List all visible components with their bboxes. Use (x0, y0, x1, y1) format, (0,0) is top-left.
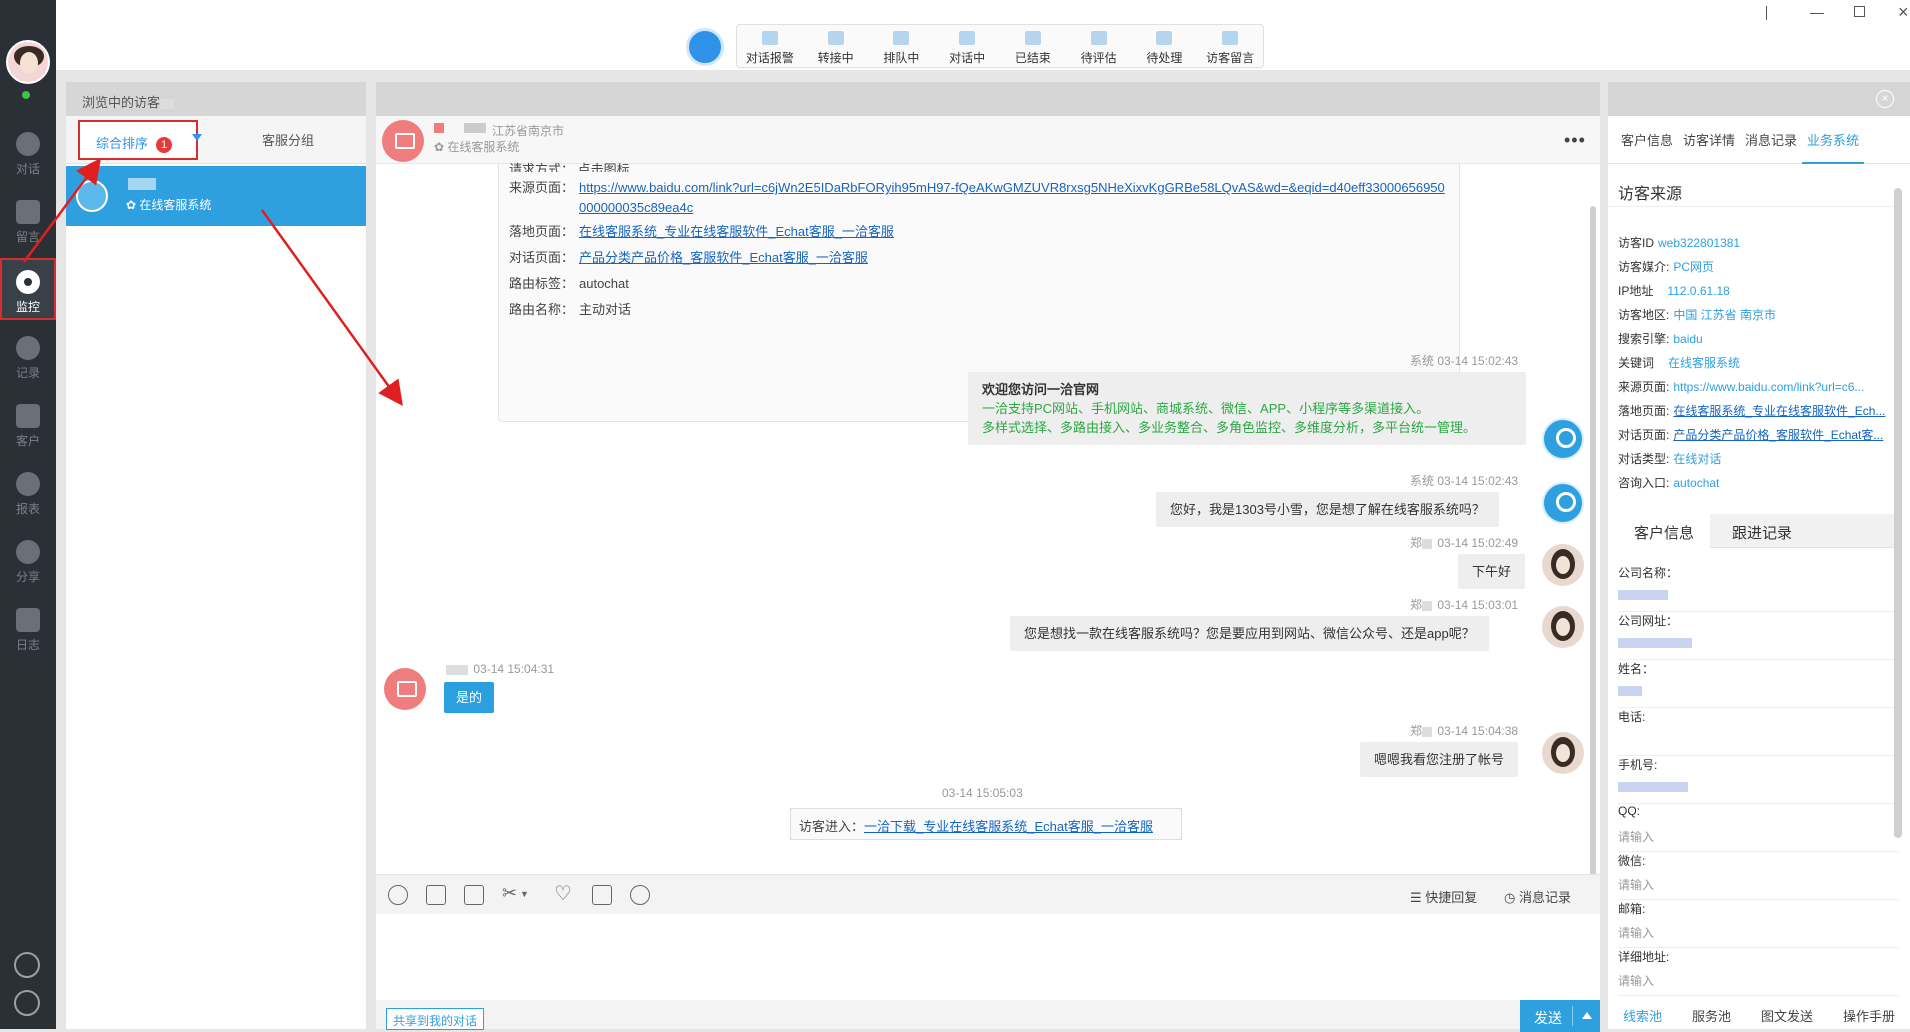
arrow-to-sort-tab (22, 157, 101, 263)
arrow-to-chat (260, 209, 403, 407)
annotation-arrows (22, 157, 403, 407)
